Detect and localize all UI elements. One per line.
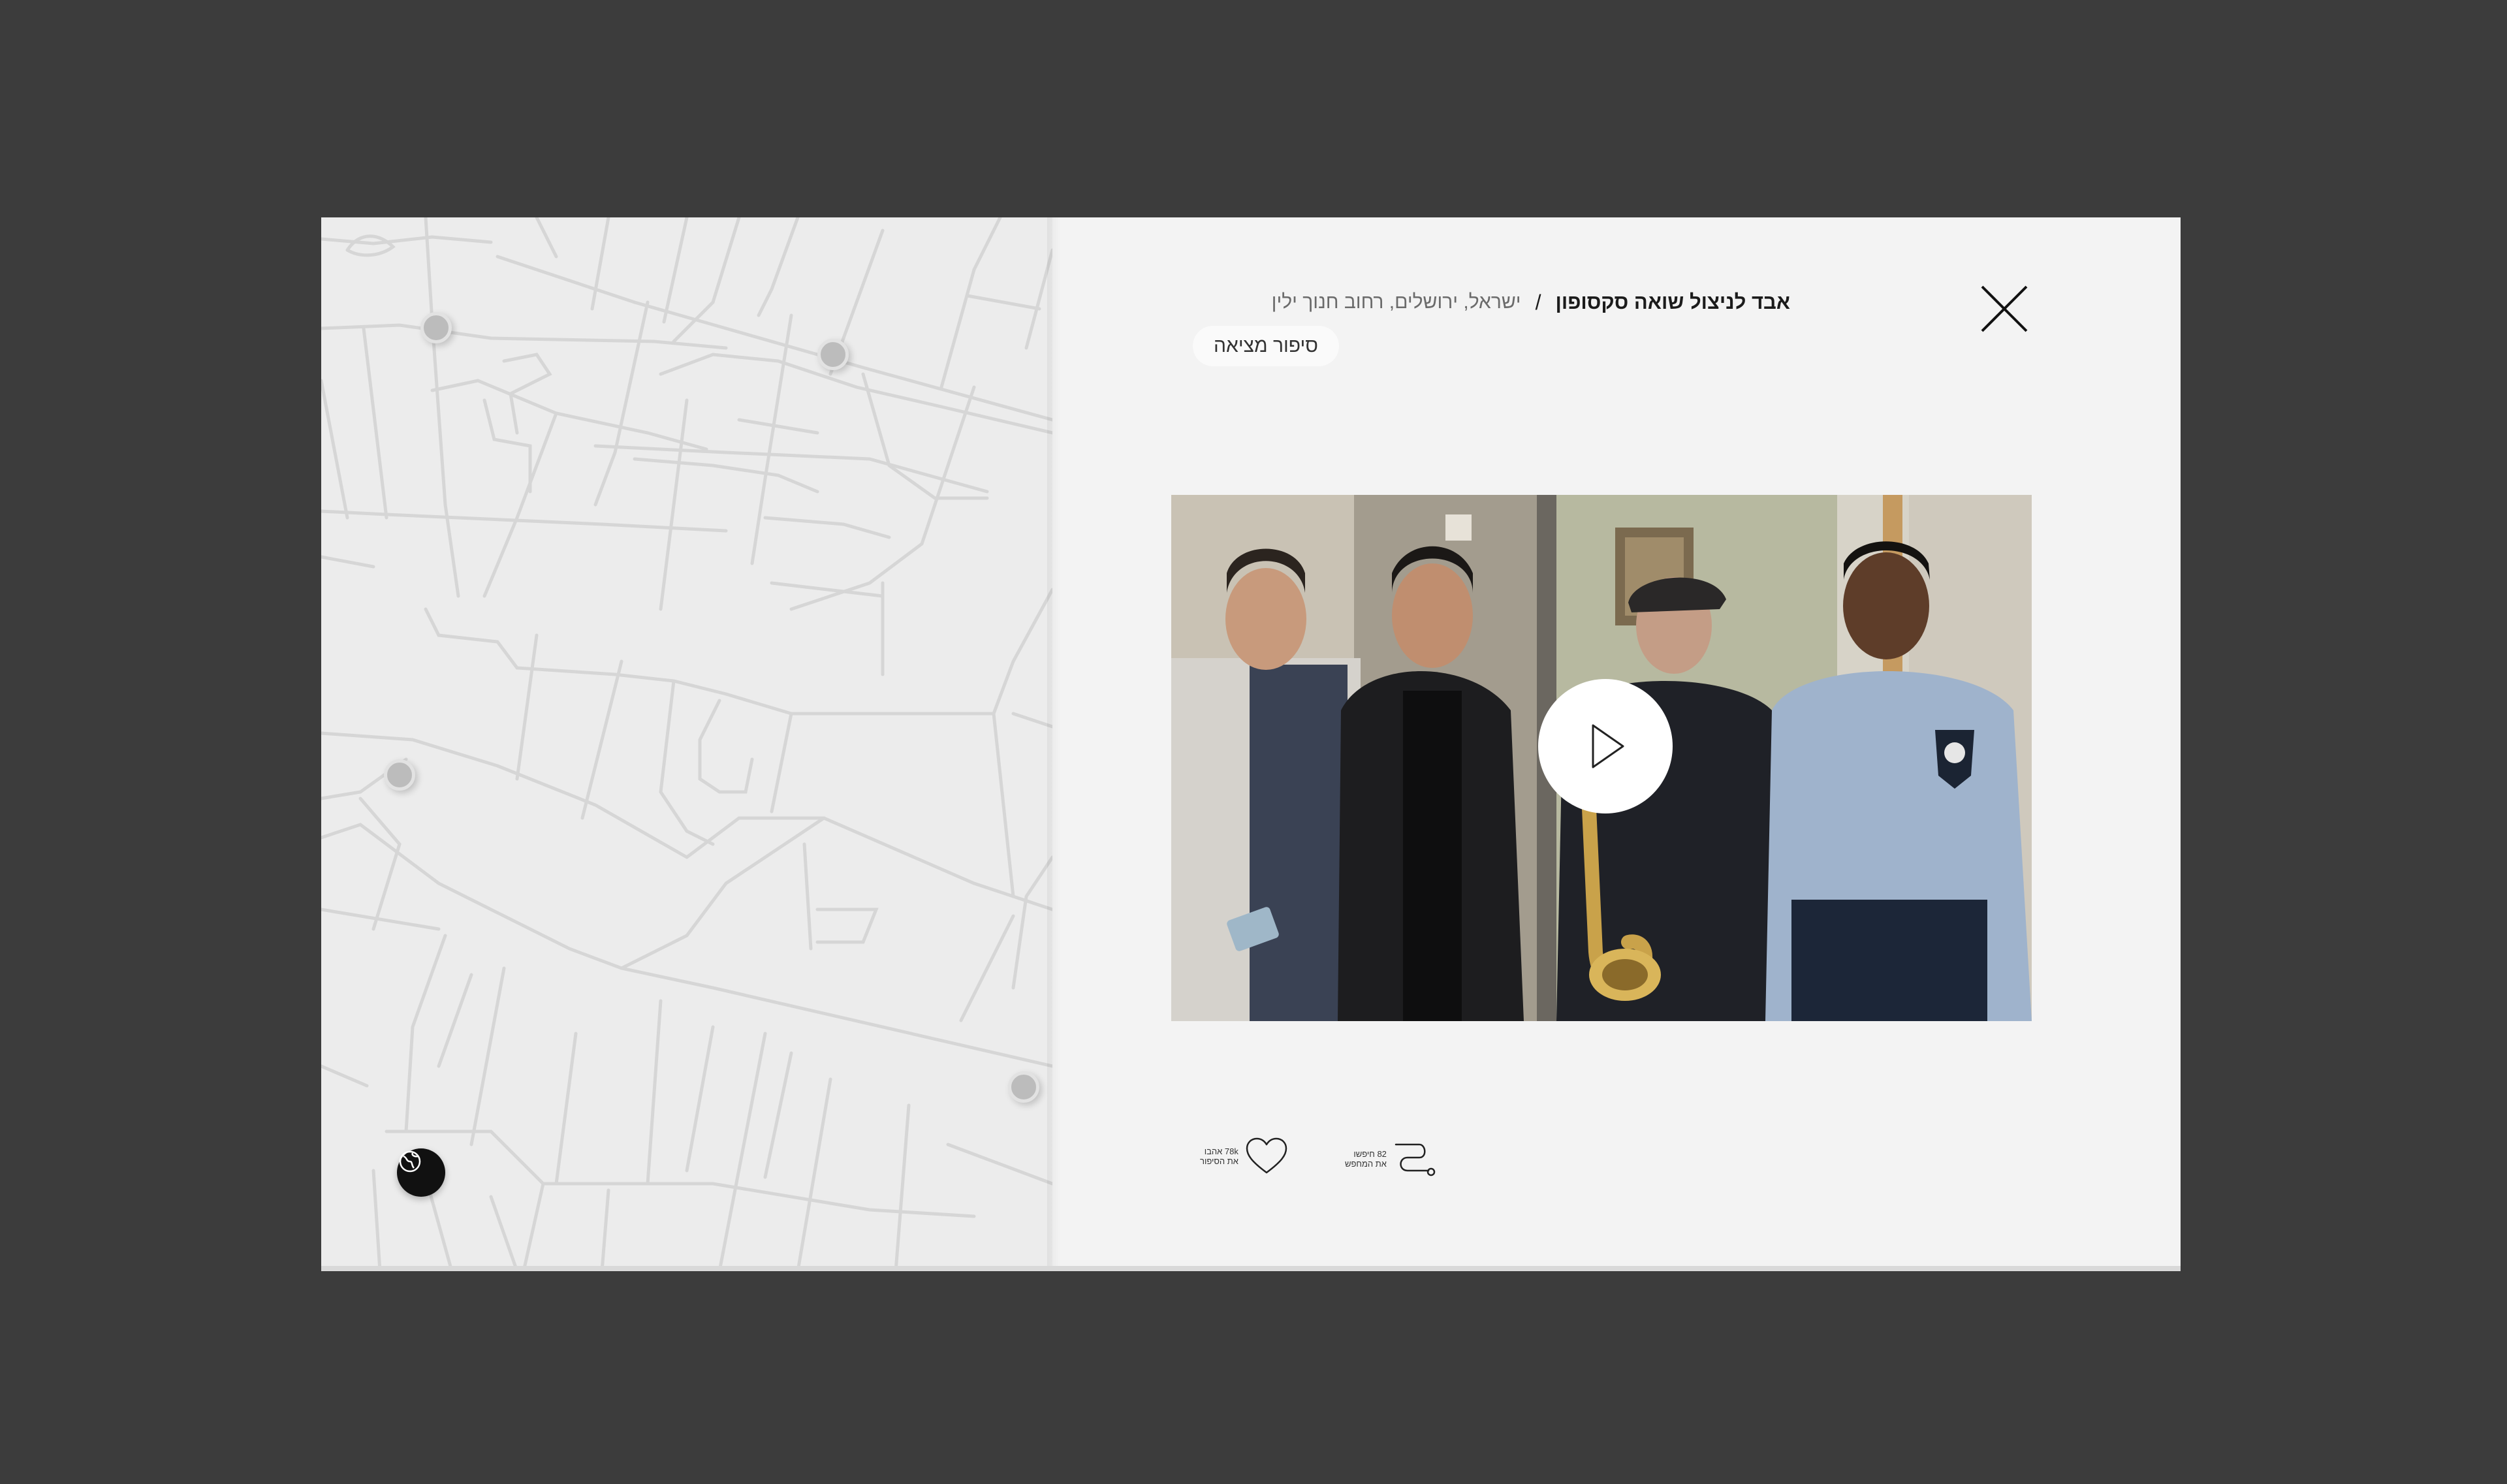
likes-caption: את הסיפור (1200, 1156, 1238, 1166)
story-category-tag[interactable]: סיפור מציאה (1193, 326, 1339, 366)
likes-count: 78k אהבו (1204, 1146, 1238, 1156)
close-button[interactable] (1979, 284, 2029, 334)
story-modal: אבד לניצול שואה סקסופון / ישראל, ירושלים… (321, 217, 2181, 1271)
map-pin[interactable] (817, 339, 849, 370)
map-pin[interactable] (420, 312, 452, 343)
street-map (321, 217, 1052, 1271)
modal-bottom-border (321, 1266, 2181, 1271)
searches-stat[interactable]: 82 חיפשו את המחפש (1345, 1139, 1436, 1178)
play-icon (1592, 724, 1624, 768)
likes-label: 78k אהבו את הסיפור (1200, 1146, 1238, 1166)
play-button[interactable] (1538, 679, 1673, 813)
globe-icon (399, 1150, 421, 1173)
close-icon (1981, 285, 2028, 332)
map-pin[interactable] (384, 759, 415, 791)
title-separator: / (1535, 290, 1541, 314)
story-header: אבד לניצול שואה סקסופון / ישראל, ירושלים… (1190, 283, 1790, 322)
path-icon (1395, 1143, 1436, 1176)
searches-count: 82 חיפשו (1353, 1149, 1387, 1159)
map-pin[interactable] (1008, 1071, 1039, 1103)
map-divider-shadow (1047, 217, 1060, 1271)
likes-stat[interactable]: 78k אהבו את הסיפור (1200, 1137, 1288, 1176)
searches-label: 82 חיפשו את המחפש (1345, 1149, 1387, 1169)
globe-button[interactable] (397, 1148, 445, 1197)
map-panel[interactable] (321, 217, 1052, 1271)
searches-caption: את המחפש (1345, 1159, 1387, 1169)
story-location: ישראל, ירושלים, רחוב חנוך ילין (1271, 291, 1521, 313)
story-title: אבד לניצול שואה סקסופון (1555, 291, 1790, 313)
heart-icon (1246, 1137, 1287, 1174)
